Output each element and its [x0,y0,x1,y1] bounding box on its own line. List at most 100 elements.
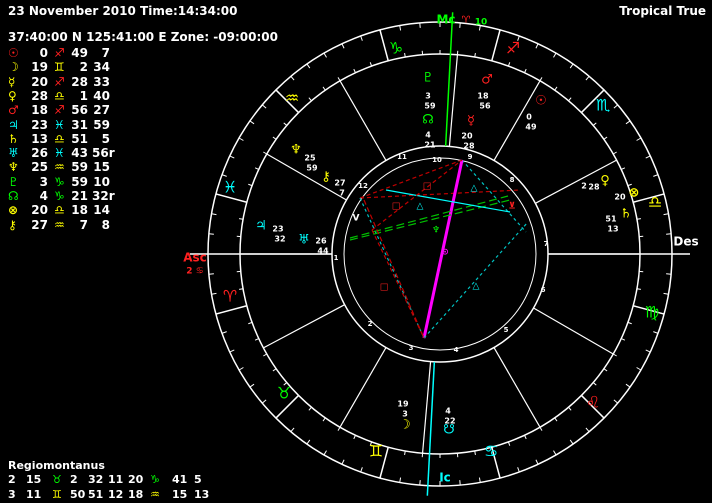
node-degree: 4 [425,131,431,140]
moon-minutes: 3 [402,410,408,419]
aspect-marker-icon: ♆ [432,226,440,236]
degree-tick [539,77,543,82]
degree-tick [568,406,572,411]
aspect-marker-icon: □ [392,202,401,212]
degree-tick [360,35,363,41]
house-cusp-line [448,54,459,147]
moon-planet-icon: ☽ [399,418,411,433]
house-cusp-line [493,347,541,428]
saturn-planet-icon: ♄ [620,207,632,222]
degree-tick [613,399,619,404]
jupiter-degree: 23 [272,225,283,234]
degree-tick [323,450,327,456]
degree-tick [261,399,267,404]
house-number: 6 [541,286,546,294]
house-cusp-line [493,80,541,161]
moon-degree: 19 [397,400,409,409]
degree-tick [341,459,345,465]
aspect-line [349,195,509,239]
pisces-sign-icon: ♓ [223,178,237,197]
degree-tick [592,382,597,386]
house-number: 12 [358,182,368,190]
fortune-degree: 20 [614,193,626,202]
degree-tick [535,459,539,465]
neptune-planet-icon: ♆ [290,143,302,158]
astro-chart-window: 23 November 2010 Time:14:34:00 37:40:00 … [0,0,712,503]
house-number: 8 [510,176,515,184]
degree-tick [621,338,626,341]
degree-tick [322,86,326,91]
house-cusp-line [533,307,614,355]
degree-tick [636,137,642,141]
chiron-planet-icon: ⚷ [321,170,331,185]
degree-tick [507,62,511,67]
degree-tick [645,155,651,159]
house-number: 10 [432,156,442,164]
degree-tick [663,213,669,216]
degree-tick [636,367,642,371]
pluto-minutes: 59 [424,102,436,111]
degree-tick [507,441,511,446]
aries-sign-icon: ♈ [223,287,237,306]
degree-tick [625,120,631,125]
chiron-degree: 27 [334,179,345,188]
house-cusp-line [421,361,432,454]
house-cusp-line [263,304,345,349]
degree-tick [636,288,641,290]
node-planet-icon: ☊ [422,113,434,128]
degree-tick [603,136,608,140]
mars-degree: 18 [477,92,489,101]
degree-tick [612,151,617,155]
degree-tick [612,353,617,357]
degree-tick [535,43,539,49]
degree-tick [539,426,543,431]
degree-tick [306,63,311,69]
degree-tick [568,97,572,102]
degree-tick [263,151,268,155]
degree-tick [211,292,217,295]
degree-tick [613,104,619,109]
aspect-marker-icon: ⊻ [508,202,515,212]
degree-tick [399,25,402,31]
degree-tick [249,120,255,125]
scorpio-sign-icon: ♏ [596,96,610,115]
mc-degree: 10 [475,18,488,28]
leo-sign-icon: ♌ [586,393,600,412]
mc-sign-icon: ♈ [462,15,471,26]
degree-tick [306,439,311,445]
degree-tick [323,52,327,58]
sign-boundary [215,305,248,315]
degree-tick [627,321,632,325]
asc-label: Asc [183,251,207,265]
ic-label: Ic [439,471,451,485]
mercury-minutes: 28 [463,142,475,151]
mc-label: Mc [436,13,455,27]
degree-tick [353,435,356,440]
degree-tick [360,467,363,473]
degree-tick [524,68,527,73]
degree-tick [272,368,277,372]
saturn-degree: 51 [605,215,617,224]
taurus-sign-icon: ♉ [277,384,291,403]
house-cusp-line [339,80,387,161]
aspect-marker-icon: V [353,214,360,224]
mars-planet-icon: ♂ [481,73,493,88]
neptune-degree: 25 [304,154,316,163]
aspect-marker-icon: △ [471,184,478,194]
degree-tick [399,477,402,483]
degree-tick [636,218,641,220]
capricorn-sign-icon: ♑ [389,39,403,58]
degree-tick [474,450,476,455]
aspect-marker-icon: ⊙ [441,248,449,258]
degree-tick [603,368,608,372]
aspect-marker-icon: □ [423,182,432,192]
aspect-marker-icon: △ [473,282,480,292]
aspect-marker-icon: □ [380,283,389,293]
degree-tick [248,183,253,187]
house-number: 2 [368,320,373,328]
house-number: 9 [468,153,473,161]
degree-tick [585,75,590,81]
degree-tick [263,353,268,357]
house-number: 5 [504,326,509,334]
house-number: 7 [544,240,549,248]
